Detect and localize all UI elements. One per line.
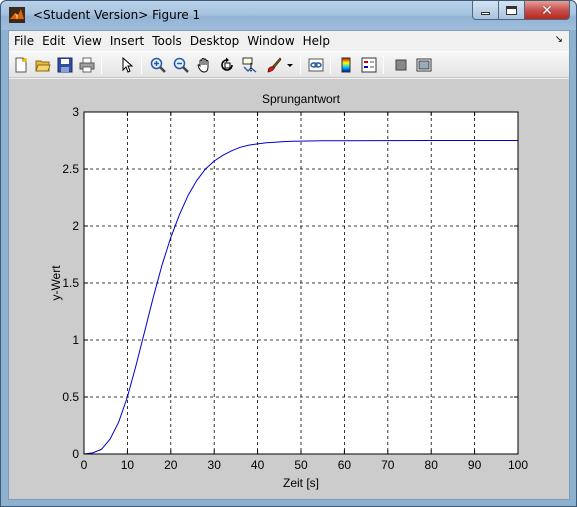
x-axis-label: Zeit [s]	[283, 476, 319, 490]
sprungantwort-plot[interactable]: 0 10 20 30 40 50 60 70 80 90 100 0 0.5 1 1.5 2 2.5 3 Spr…	[9, 79, 569, 499]
print-button[interactable]	[78, 56, 96, 74]
open-file-icon	[35, 60, 51, 72]
x-tick-label: 90	[468, 458, 482, 472]
y-tick-label: 1.5	[62, 276, 79, 290]
x-tick-label: 70	[381, 458, 395, 472]
y-tick-label: 1	[72, 333, 79, 347]
brush-icon	[267, 57, 282, 73]
y-tick-label: 0.5	[62, 390, 79, 404]
x-tick-label: 30	[208, 458, 222, 472]
figure-client-area: File Edit View Insert Tools Desktop Wind…	[8, 30, 570, 500]
link-plot-button[interactable]	[307, 56, 325, 74]
zoom-out-icon	[173, 57, 189, 73]
close-icon: ✕	[541, 2, 553, 18]
x-tick-label: 60	[338, 458, 352, 472]
edit-plot-button[interactable]	[118, 56, 136, 74]
close-button[interactable]: ✕	[525, 1, 570, 20]
menu-bar: File Edit View Insert Tools Desktop Wind…	[9, 31, 569, 51]
hide-plot-tools-icon	[395, 59, 407, 71]
menu-desktop[interactable]: Desktop	[187, 31, 243, 51]
save-button[interactable]	[56, 56, 74, 74]
link-plot-icon	[308, 58, 324, 72]
save-icon	[57, 57, 73, 73]
menu-view[interactable]: View	[70, 31, 104, 51]
colorbar-icon	[341, 57, 351, 73]
show-plot-tools-button[interactable]	[415, 56, 433, 74]
brush-dropdown-button[interactable]	[285, 56, 295, 74]
minimize-button[interactable]	[472, 1, 499, 20]
x-tick-label: 0	[81, 458, 88, 472]
pan-hand-icon	[197, 58, 209, 73]
x-tick-labels: 0 10 20 30 40 50 60 70 80 90 100	[81, 458, 529, 472]
brush-button[interactable]	[265, 56, 283, 74]
maximize-icon	[506, 5, 517, 15]
hide-plot-tools-button[interactable]	[392, 56, 410, 74]
minimize-icon	[481, 11, 490, 15]
x-tick-label: 80	[425, 458, 439, 472]
x-tick-label: 100	[508, 458, 528, 472]
data-cursor-button[interactable]	[241, 56, 259, 74]
zoom-in-icon	[150, 57, 166, 73]
y-tick-label: 3	[72, 105, 79, 119]
chart-title: Sprungantwort	[262, 92, 341, 106]
insert-colorbar-button[interactable]	[337, 56, 355, 74]
legend-icon	[361, 57, 377, 73]
maximize-button[interactable]	[499, 1, 525, 20]
rotate-3d-button[interactable]	[218, 56, 236, 74]
figure-canvas[interactable]: 0 10 20 30 40 50 60 70 80 90 100 0 0.5 1 1.5 2 2.5 3 Spr…	[9, 79, 569, 499]
menu-file[interactable]: File	[11, 31, 37, 51]
y-tick-label: 2	[72, 219, 79, 233]
menu-tools[interactable]: Tools	[149, 31, 185, 51]
figure-toolbar	[9, 51, 569, 78]
data-cursor-icon	[242, 57, 257, 73]
menu-window[interactable]: Window	[244, 31, 297, 51]
edit-plot-arrow-icon	[122, 57, 134, 73]
show-plot-tools-icon	[416, 58, 432, 72]
title-bar[interactable]: <Student Version> Figure 1 ✕	[1, 1, 576, 30]
x-tick-label: 20	[164, 458, 178, 472]
y-tick-label: 0	[72, 447, 79, 461]
menu-help[interactable]: Help	[300, 31, 333, 51]
rotate-3d-icon	[221, 57, 233, 71]
figure-window: <Student Version> Figure 1 ✕ File Edit V…	[0, 0, 577, 507]
open-file-button[interactable]	[34, 56, 52, 74]
x-tick-label: 10	[121, 458, 135, 472]
window-title: <Student Version> Figure 1	[33, 8, 201, 22]
menu-insert[interactable]: Insert	[107, 31, 147, 51]
new-figure-button[interactable]	[12, 56, 30, 74]
new-figure-icon	[15, 57, 27, 73]
x-tick-label: 50	[294, 458, 308, 472]
print-icon	[79, 57, 95, 73]
y-axis-label: y-Wert	[49, 265, 63, 301]
pan-button[interactable]	[195, 56, 213, 74]
insert-legend-button[interactable]	[360, 56, 378, 74]
y-tick-labels: 0 0.5 1 1.5 2 2.5 3	[62, 105, 79, 461]
dock-arrow-icon[interactable]: ↘	[555, 34, 563, 45]
matlab-logo-icon	[9, 7, 25, 23]
dropdown-arrow-icon	[287, 64, 293, 67]
zoom-out-button[interactable]	[172, 56, 190, 74]
menu-edit[interactable]: Edit	[39, 31, 68, 51]
y-tick-label: 2.5	[62, 162, 79, 176]
x-tick-label: 40	[251, 458, 265, 472]
zoom-in-button[interactable]	[149, 56, 167, 74]
